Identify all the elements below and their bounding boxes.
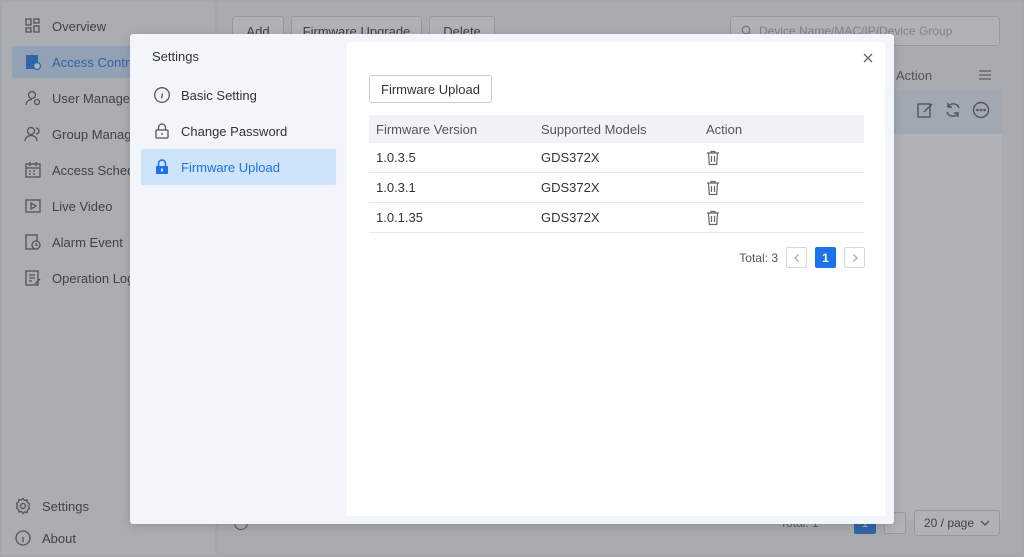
prev-page-button[interactable] [786, 247, 807, 268]
trash-icon[interactable] [706, 180, 720, 196]
menu-item-basic-setting[interactable]: Basic Setting [141, 77, 336, 113]
menu-item-label: Basic Setting [181, 87, 257, 103]
table-row: 1.0.3.5 GDS372X [369, 143, 864, 173]
info-icon [154, 87, 170, 103]
firmware-version-cell: 1.0.1.35 [376, 210, 423, 225]
lock-filled-icon [156, 159, 168, 174]
dialog-title: Settings [152, 49, 199, 64]
trash-icon[interactable] [706, 210, 720, 226]
column-header-action: Action [706, 121, 743, 137]
chevron-right-icon [852, 253, 858, 262]
menu-item-firmware-upload[interactable]: Firmware Upload [141, 149, 336, 185]
lock-icon [155, 123, 169, 139]
chevron-left-icon [793, 253, 799, 262]
firmware-table: Firmware Version Supported Models Action… [369, 115, 864, 233]
trash-icon[interactable] [706, 150, 720, 166]
pagination: Total: 3 1 [739, 247, 865, 268]
page-number-current[interactable]: 1 [815, 247, 836, 268]
menu-item-label: Change Password [181, 123, 288, 139]
next-page-button[interactable] [844, 247, 865, 268]
supported-models-cell: GDS372X [541, 210, 600, 225]
supported-models-cell: GDS372X [541, 150, 600, 165]
close-icon[interactable] [861, 51, 875, 65]
column-header-supported-models: Supported Models [541, 121, 647, 137]
supported-models-cell: GDS372X [541, 180, 600, 195]
menu-item-label: Firmware Upload [181, 159, 280, 175]
settings-dialog: Settings Basic Setting Change Password F… [130, 34, 894, 524]
menu-item-change-password[interactable]: Change Password [141, 113, 336, 149]
table-row: 1.0.3.1 GDS372X [369, 173, 864, 203]
firmware-version-cell: 1.0.3.1 [376, 180, 416, 195]
total-count: Total: 3 [739, 250, 778, 265]
firmware-upload-panel: Firmware Upload Firmware Version Support… [347, 42, 885, 516]
firmware-upload-button[interactable]: Firmware Upload [369, 75, 492, 103]
table-row: 1.0.1.35 GDS372X [369, 203, 864, 233]
column-header-firmware-version: Firmware Version [376, 121, 478, 137]
firmware-table-header: Firmware Version Supported Models Action [369, 115, 864, 143]
firmware-version-cell: 1.0.3.5 [376, 150, 416, 165]
